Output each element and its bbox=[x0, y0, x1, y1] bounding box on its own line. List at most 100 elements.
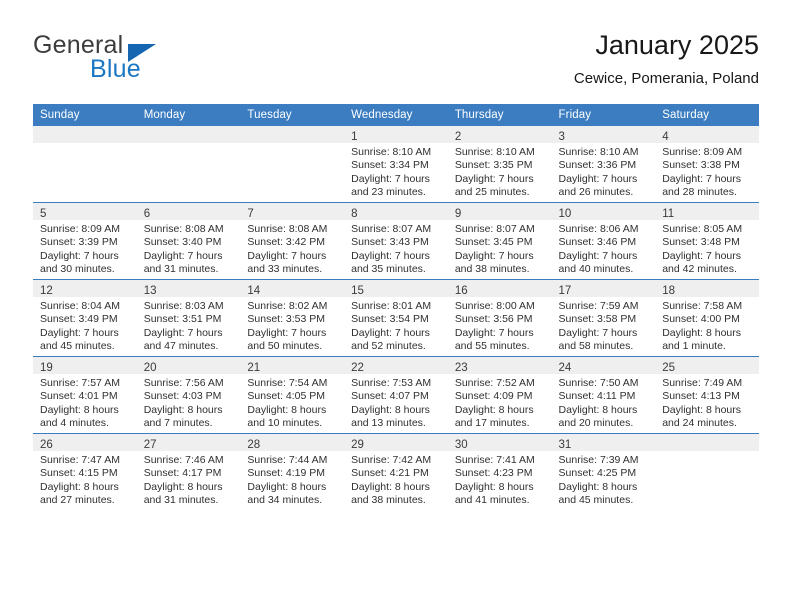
calendar-day-cell[interactable]: 24 Sunrise: 7:50 AM Sunset: 4:11 PM Dayligh… bbox=[551, 356, 656, 434]
calendar-day-cell[interactable]: 29 Sunrise: 7:42 AM Sunset: 4:21 PM Dayligh… bbox=[344, 433, 448, 510]
calendar-day-cell[interactable]: 5 Sunrise: 8:09 AM Sunset: 3:39 PM Daylight… bbox=[33, 202, 137, 280]
day-detail-line: and 50 minutes. bbox=[247, 340, 323, 353]
day-details: Sunrise: 7:46 AM Sunset: 4:17 PM Daylight:… bbox=[137, 451, 241, 508]
calendar-day-cell[interactable]: 20 Sunrise: 7:56 AM Sunset: 4:03 PM Dayligh… bbox=[136, 356, 241, 434]
day-details: Sunrise: 8:09 AM Sunset: 3:38 PM Daylight:… bbox=[655, 143, 759, 200]
day-number-band: 23 bbox=[447, 357, 552, 374]
calendar-week-row: 26 Sunrise: 7:47 AM Sunset: 4:15 PM Dayligh… bbox=[33, 433, 759, 510]
day-detail-line: and 38 minutes. bbox=[351, 494, 426, 507]
calendar-day-cell[interactable]: 18 Sunrise: 7:58 AM Sunset: 4:00 PM Dayligh… bbox=[655, 279, 759, 357]
calendar-day-cell[interactable]: 2 Sunrise: 8:10 AM Sunset: 3:35 PM Daylight… bbox=[447, 126, 552, 203]
calendar-day-cell[interactable]: 6 Sunrise: 8:08 AM Sunset: 3:40 PM Daylight… bbox=[136, 202, 241, 280]
day-detail-line: Sunset: 3:42 PM bbox=[247, 236, 326, 249]
calendar-day-cell[interactable]: 28 Sunrise: 7:44 AM Sunset: 4:19 PM Dayligh… bbox=[240, 433, 345, 510]
day-detail-line: Sunrise: 8:09 AM bbox=[662, 146, 743, 158]
calendar-day-cell[interactable]: 10 Sunrise: 8:06 AM Sunset: 3:46 PM Dayligh… bbox=[551, 202, 656, 280]
calendar-day-cell[interactable]: 1 Sunrise: 8:10 AM Sunset: 3:34 PM Daylight… bbox=[344, 126, 448, 203]
calendar-day-cell[interactable]: 13 Sunrise: 8:03 AM Sunset: 3:51 PM Dayligh… bbox=[136, 279, 241, 357]
calendar-day-cell[interactable]: 7 Sunrise: 8:08 AM Sunset: 3:42 PM Daylight… bbox=[240, 202, 345, 280]
day-details bbox=[240, 143, 344, 146]
day-number: 19 bbox=[40, 362, 53, 374]
day-number-band: 18 bbox=[655, 280, 759, 297]
day-detail-line: Sunrise: 7:47 AM bbox=[40, 454, 120, 466]
day-detail-line: Daylight: 7 hours bbox=[558, 172, 638, 185]
calendar-day-cell[interactable]: 11 Sunrise: 8:05 AM Sunset: 3:48 PM Dayligh… bbox=[655, 202, 759, 280]
calendar-day-cell[interactable]: 22 Sunrise: 7:53 AM Sunset: 4:07 PM Dayligh… bbox=[344, 356, 448, 434]
day-number-band: 20 bbox=[136, 357, 241, 374]
day-number: 21 bbox=[247, 362, 261, 374]
day-detail-line: Sunset: 3:46 PM bbox=[558, 236, 637, 249]
day-number-band: 27 bbox=[136, 434, 241, 451]
day-detail-line: Sunset: 4:13 PM bbox=[662, 390, 740, 403]
day-number: 8 bbox=[351, 208, 358, 220]
day-number-band bbox=[136, 126, 241, 143]
day-details: Sunrise: 8:06 AM Sunset: 3:46 PM Daylight:… bbox=[552, 220, 656, 277]
calendar-day-cell[interactable]: 12 Sunrise: 8:04 AM Sunset: 3:49 PM Dayligh… bbox=[33, 279, 137, 357]
day-detail-line: Sunrise: 7:46 AM bbox=[143, 454, 224, 466]
day-detail-line: Sunset: 4:23 PM bbox=[454, 467, 533, 480]
day-detail-line: Daylight: 8 hours bbox=[40, 403, 119, 416]
day-number: 10 bbox=[558, 208, 572, 220]
day-number: 30 bbox=[454, 439, 468, 451]
calendar-day-cell[interactable]: 21 Sunrise: 7:54 AM Sunset: 4:05 PM Dayligh… bbox=[240, 356, 345, 434]
day-number-band: 1 bbox=[344, 126, 448, 143]
calendar-day-cell[interactable]: 25 Sunrise: 7:49 AM Sunset: 4:13 PM Dayligh… bbox=[655, 356, 759, 434]
day-number: 6 bbox=[143, 208, 151, 220]
calendar-day-cell[interactable]: 26 Sunrise: 7:47 AM Sunset: 4:15 PM Dayligh… bbox=[33, 433, 137, 510]
calendar-day-cell-empty bbox=[655, 433, 759, 510]
calendar-day-cell[interactable]: 30 Sunrise: 7:41 AM Sunset: 4:23 PM Dayligh… bbox=[447, 433, 552, 510]
day-detail-line: Sunset: 3:36 PM bbox=[558, 159, 637, 172]
calendar-day-cell[interactable]: 15 Sunrise: 8:01 AM Sunset: 3:54 PM Dayligh… bbox=[344, 279, 448, 357]
calendar-day-cell[interactable]: 23 Sunrise: 7:52 AM Sunset: 4:09 PM Dayligh… bbox=[447, 356, 552, 434]
day-number-band: 10 bbox=[551, 203, 656, 220]
weekday-header-sunday: Sunday bbox=[33, 104, 137, 126]
calendar-day-cell[interactable]: 27 Sunrise: 7:46 AM Sunset: 4:17 PM Dayligh… bbox=[136, 433, 241, 510]
calendar-day-cell[interactable]: 16 Sunrise: 8:00 AM Sunset: 3:56 PM Dayligh… bbox=[447, 279, 552, 357]
day-detail-line: and 41 minutes. bbox=[454, 494, 530, 507]
day-detail-line: Daylight: 7 hours bbox=[247, 249, 327, 262]
day-detail-line: Daylight: 8 hours bbox=[454, 403, 534, 416]
calendar-day-cell[interactable]: 17 Sunrise: 7:59 AM Sunset: 3:58 PM Dayligh… bbox=[551, 279, 656, 357]
brand-logo[interactable]: General Blue bbox=[33, 28, 253, 88]
day-detail-line: Daylight: 8 hours bbox=[351, 403, 430, 416]
calendar-day-cell-empty bbox=[33, 126, 137, 203]
day-detail-line: and 52 minutes. bbox=[351, 340, 426, 353]
day-number: 31 bbox=[558, 439, 572, 451]
calendar-day-cell[interactable]: 8 Sunrise: 8:07 AM Sunset: 3:43 PM Daylight… bbox=[344, 202, 448, 280]
day-detail-line: Daylight: 7 hours bbox=[558, 249, 638, 262]
day-number-band: 21 bbox=[240, 357, 345, 374]
day-detail-line: Sunrise: 8:10 AM bbox=[454, 146, 535, 158]
day-detail-line: and 4 minutes. bbox=[40, 417, 109, 430]
day-detail-line: and 42 minutes. bbox=[662, 263, 737, 276]
day-detail-line: and 55 minutes. bbox=[454, 340, 530, 353]
day-detail-line: Sunset: 4:21 PM bbox=[351, 467, 429, 480]
calendar-day-cell[interactable]: 4 Sunrise: 8:09 AM Sunset: 3:38 PM Daylight… bbox=[655, 126, 759, 203]
day-details bbox=[655, 451, 759, 454]
day-detail-line: Daylight: 8 hours bbox=[662, 403, 742, 416]
day-detail-line: Daylight: 7 hours bbox=[454, 172, 534, 185]
calendar-day-cell[interactable]: 9 Sunrise: 8:07 AM Sunset: 3:45 PM Daylight… bbox=[447, 202, 552, 280]
calendar-day-cell[interactable]: 14 Sunrise: 8:02 AM Sunset: 3:53 PM Dayligh… bbox=[240, 279, 345, 357]
day-detail-line: Sunset: 3:53 PM bbox=[247, 313, 326, 326]
calendar-day-cell[interactable]: 31 Sunrise: 7:39 AM Sunset: 4:25 PM Dayligh… bbox=[551, 433, 656, 510]
day-number: 18 bbox=[662, 285, 676, 297]
calendar-week-row: 1 Sunrise: 8:10 AM Sunset: 3:34 PM Daylight… bbox=[33, 126, 759, 203]
day-detail-line: Sunrise: 8:07 AM bbox=[351, 223, 432, 235]
day-detail-line: and 31 minutes. bbox=[143, 263, 219, 276]
day-number-band: 13 bbox=[136, 280, 241, 297]
calendar-day-cell[interactable]: 19 Sunrise: 7:57 AM Sunset: 4:01 PM Dayligh… bbox=[33, 356, 137, 434]
day-detail-line: Sunrise: 8:02 AM bbox=[247, 300, 328, 312]
day-detail-line: Daylight: 7 hours bbox=[143, 326, 223, 339]
day-detail-line: and 27 minutes. bbox=[40, 494, 115, 507]
day-detail-line: and 24 minutes. bbox=[662, 417, 737, 430]
day-number: 25 bbox=[662, 362, 676, 374]
day-details: Sunrise: 8:10 AM Sunset: 3:34 PM Daylight:… bbox=[344, 143, 448, 200]
day-number-band: 9 bbox=[447, 203, 552, 220]
day-detail-line: and 25 minutes. bbox=[454, 186, 530, 199]
calendar-day-cell[interactable]: 3 Sunrise: 8:10 AM Sunset: 3:36 PM Daylight… bbox=[551, 126, 656, 203]
day-detail-line: Sunset: 3:45 PM bbox=[454, 236, 533, 249]
day-number-band: 7 bbox=[240, 203, 345, 220]
day-detail-line: Sunrise: 7:42 AM bbox=[351, 454, 432, 466]
day-detail-line: and 20 minutes. bbox=[558, 417, 634, 430]
day-details: Sunrise: 7:57 AM Sunset: 4:01 PM Daylight:… bbox=[33, 374, 137, 431]
